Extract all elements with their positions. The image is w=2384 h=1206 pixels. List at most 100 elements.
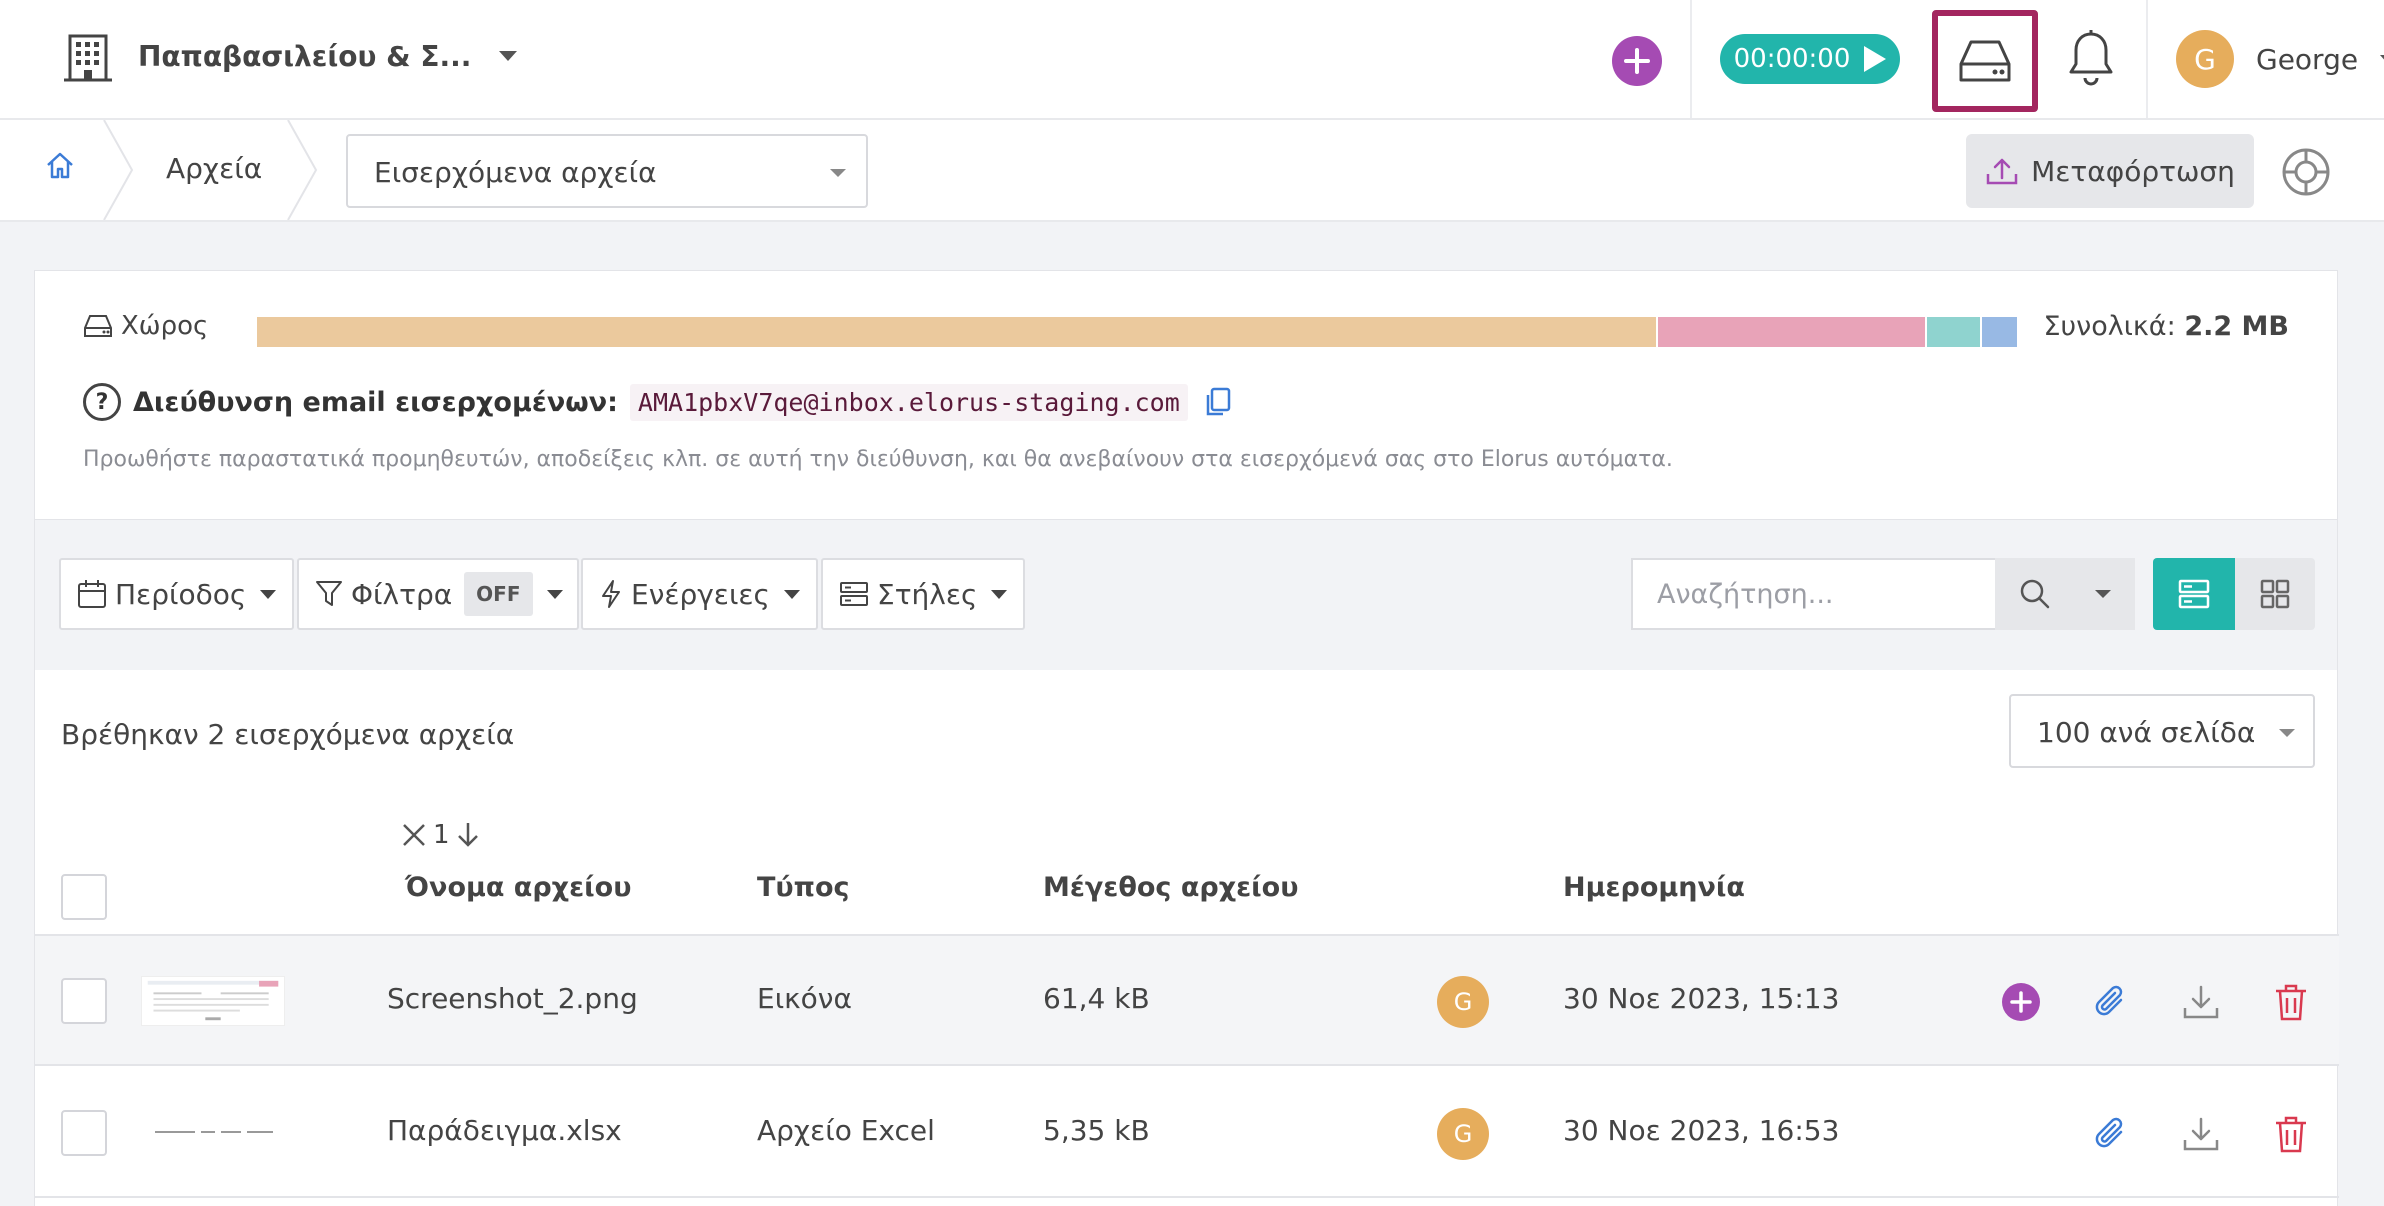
hard-drive-icon <box>1959 40 2011 82</box>
chevron-down-icon <box>499 51 518 61</box>
upload-label: Μεταφόρτωση <box>2031 154 2235 188</box>
lightning-icon <box>602 580 620 608</box>
list-view-icon <box>2178 579 2210 609</box>
file-thumbnail[interactable] <box>141 976 285 1026</box>
home-icon[interactable] <box>44 150 76 182</box>
grid-view-toggle[interactable] <box>2235 558 2315 630</box>
file-date: 30 Νοε 2023, 15:13 <box>1563 982 1840 1015</box>
storage-segment <box>1656 317 1926 347</box>
per-page-value: 100 ανά σελίδα <box>2037 716 2256 749</box>
chevron-down-icon <box>2380 54 2384 64</box>
download-icon <box>2183 1117 2219 1151</box>
period-button[interactable]: Περίοδος <box>59 558 295 630</box>
file-size: 61,4 kB <box>1043 982 1150 1015</box>
download-button[interactable] <box>2181 1114 2221 1154</box>
space-label: Χώρος <box>83 311 208 341</box>
upload-icon <box>1986 158 2018 185</box>
chevron-down-icon[interactable] <box>2095 590 2111 598</box>
attach-button[interactable] <box>2091 1114 2131 1154</box>
chevron-down-icon <box>2279 729 2295 737</box>
file-size: 5,35 kB <box>1043 1114 1150 1147</box>
create-document-button[interactable] <box>2001 982 2041 1022</box>
copy-icon[interactable] <box>1204 387 1232 417</box>
filter-icon <box>316 581 342 606</box>
user-menu[interactable]: G George <box>2176 30 2384 88</box>
file-thumbnail[interactable] <box>141 1108 285 1158</box>
row-checkbox[interactable] <box>61 1110 107 1156</box>
storage-button[interactable] <box>1932 10 2038 112</box>
building-icon <box>64 34 112 82</box>
plus-icon <box>1624 48 1650 74</box>
files-table: Βρέθηκαν 2 εισερχόμενα αρχεία 100 ανά σε… <box>34 670 2339 1206</box>
column-header-date[interactable]: Ημερομηνία <box>1563 872 1745 903</box>
filters-label: Φίλτρα <box>351 577 453 611</box>
column-header-name[interactable]: Όνομα αρχείου <box>405 872 631 903</box>
chevron-down-icon <box>830 169 846 177</box>
breadcrumb-separator <box>287 120 318 220</box>
select-all-checkbox[interactable] <box>61 874 107 920</box>
storage-total-value: 2.2 MB <box>2184 311 2289 342</box>
attach-button[interactable] <box>2091 982 2131 1022</box>
paperclip-icon <box>2095 985 2123 1016</box>
column-header-type[interactable]: Τύπος <box>757 872 850 903</box>
search-icon <box>2020 579 2050 609</box>
chevron-down-icon <box>546 589 563 599</box>
clear-sort-icon[interactable] <box>401 822 427 848</box>
avatar: G <box>2176 30 2234 88</box>
file-name[interactable]: Παράδειγμα.xlsx <box>387 1114 622 1147</box>
column-header-size[interactable]: Μέγεθος αρχείου <box>1043 872 1298 903</box>
inbox-email-hint: Προωθήστε παραστατικά προμηθευτών, αποδε… <box>83 447 1673 472</box>
period-label: Περίοδος <box>115 577 247 611</box>
upload-button[interactable]: Μεταφόρτωση <box>1966 134 2254 208</box>
delete-button[interactable] <box>2271 982 2311 1022</box>
list-toolbar: Περίοδος Φίλτρα OFF Ενέργειες Στήλες Ανα… <box>34 520 2338 670</box>
help-lifebuoy-icon[interactable] <box>2280 146 2332 198</box>
arrow-down-icon[interactable] <box>456 821 480 849</box>
filters-state-badge: OFF <box>464 572 533 616</box>
user-name: George <box>2256 42 2359 76</box>
folder-select[interactable]: Εισερχόμενα αρχεία <box>346 134 868 208</box>
hard-drive-icon <box>84 315 112 337</box>
inbox-email-address: AMA1pbxV7qe@inbox.elorus-staging.com <box>629 383 1188 421</box>
company-name: Παπαβασιλείου & Σ... <box>138 39 472 73</box>
timer-value: 00:00:00 <box>1733 44 1851 74</box>
search-input[interactable]: Αναζήτηση... <box>1631 558 1995 630</box>
company-switcher[interactable]: Παπαβασιλείου & Σ... <box>60 28 518 84</box>
filters-button[interactable]: Φίλτρα OFF <box>297 558 579 630</box>
inbox-email-row: ? Διεύθυνση email εισερχομένων: AMA1pbxV… <box>83 383 1232 421</box>
table-row[interactable]: Screenshot_2.png Εικόνα 61,4 kB G 30 Νοε… <box>35 936 2339 1066</box>
actions-label: Ενέργειες <box>631 577 770 611</box>
avatar: G <box>1437 976 1489 1028</box>
storage-usage-bar <box>257 317 2017 347</box>
top-bar: Παπαβασιλείου & Σ... 00:00:00 G George <box>0 0 2384 120</box>
inbox-email-label: Διεύθυνση email εισερχομένων: <box>133 386 618 418</box>
columns-icon <box>840 582 868 606</box>
breadcrumb-files[interactable]: Αρχεία <box>166 152 262 185</box>
download-button[interactable] <box>2181 982 2221 1022</box>
sort-indicator: 1 <box>401 820 480 850</box>
question-icon[interactable]: ? <box>83 383 121 421</box>
paperclip-icon <box>2095 1117 2123 1148</box>
search-button[interactable] <box>1995 558 2135 630</box>
chevron-down-icon <box>991 589 1008 599</box>
delete-button[interactable] <box>2271 1114 2311 1154</box>
row-checkbox[interactable] <box>61 978 107 1024</box>
columns-button[interactable]: Στήλες <box>821 558 1026 630</box>
file-type: Εικόνα <box>757 982 852 1015</box>
table-row[interactable]: Παράδειγμα.xlsx Αρχείο Excel 5,35 kB G 3… <box>35 1068 2339 1198</box>
actions-button[interactable]: Ενέργειες <box>581 558 818 630</box>
list-view-toggle[interactable] <box>2153 558 2235 630</box>
calendar-icon <box>78 580 106 608</box>
file-name[interactable]: Screenshot_2.png <box>387 982 638 1015</box>
per-page-select[interactable]: 100 ανά σελίδα <box>2009 694 2315 768</box>
results-count: Βρέθηκαν 2 εισερχόμενα αρχεία <box>61 718 515 751</box>
quick-add-button[interactable] <box>1612 36 1662 86</box>
storage-total: Συνολικά: 2.2 MB <box>2044 311 2290 342</box>
bell-icon[interactable] <box>2066 28 2116 88</box>
divider <box>1690 0 1692 118</box>
search-placeholder: Αναζήτηση... <box>1657 578 1834 610</box>
folder-select-value: Εισερχόμενα αρχεία <box>374 156 657 189</box>
timer-button[interactable]: 00:00:00 <box>1720 34 1900 84</box>
breadcrumb-separator <box>103 120 134 220</box>
chevron-down-icon <box>784 589 800 599</box>
